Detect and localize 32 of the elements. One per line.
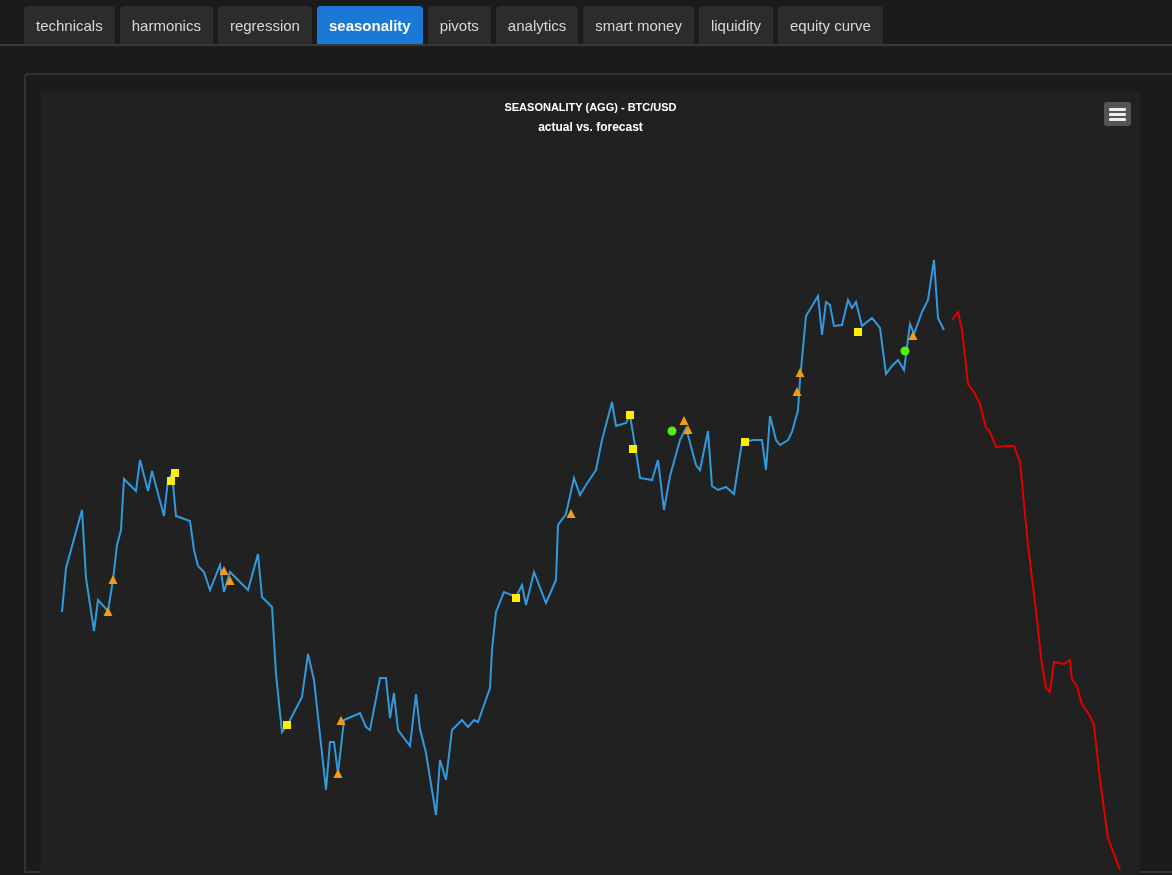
tab[interactable]: regression	[217, 6, 312, 44]
tab[interactable]: pivots	[427, 6, 491, 44]
chart-subtitle: actual vs. forecast	[538, 119, 643, 135]
tab[interactable]: harmonics	[119, 6, 213, 44]
triangle-marker	[219, 566, 229, 575]
triangle-marker	[792, 387, 802, 396]
triangle-marker	[225, 576, 235, 585]
triangle-marker	[103, 607, 113, 616]
triangle-marker	[336, 716, 346, 725]
square-marker	[854, 328, 862, 336]
tab[interactable]: analytics	[495, 6, 579, 44]
square-marker	[512, 594, 520, 602]
triangle-marker	[566, 509, 576, 518]
square-marker	[283, 721, 291, 729]
square-marker	[629, 445, 637, 453]
tab[interactable]: smart money	[583, 6, 694, 44]
tab[interactable]: equity curve	[777, 6, 883, 44]
square-marker	[626, 411, 634, 419]
triangle-marker	[908, 331, 918, 340]
triangle-marker	[683, 425, 693, 434]
triangle-marker	[679, 416, 689, 425]
tab[interactable]: seasonality	[316, 6, 423, 44]
menu-button[interactable]	[1104, 102, 1131, 126]
tab[interactable]: technicals	[24, 6, 115, 44]
dot-marker	[900, 346, 910, 356]
chart-title: SEASONALITY (AGG) - BTC/USD	[504, 100, 677, 114]
dot-marker	[667, 426, 677, 436]
triangle-marker	[108, 575, 118, 584]
triangle-marker	[795, 368, 805, 377]
square-marker	[741, 438, 749, 446]
tab[interactable]: liquidity	[698, 6, 773, 44]
triangle-marker	[333, 769, 343, 778]
